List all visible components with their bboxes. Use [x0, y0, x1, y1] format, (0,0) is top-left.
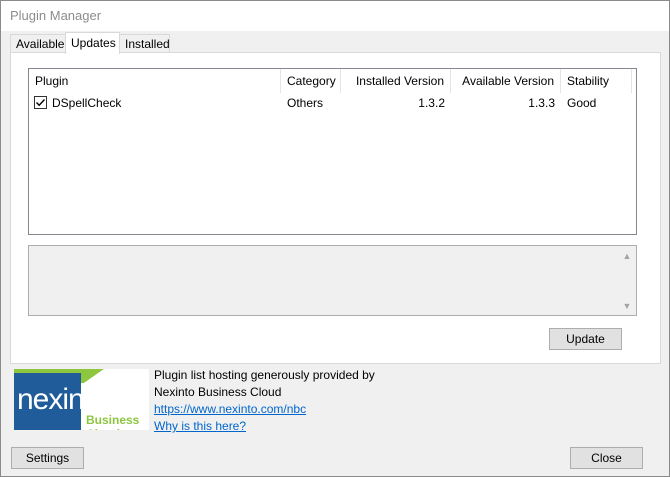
plugin-manager-window: Plugin Manager Available Updates Install…: [0, 0, 670, 477]
logo-wordmark: nexinto: [17, 383, 108, 416]
plugin-description-box[interactable]: ▲ ▼: [28, 245, 637, 316]
window-title: Plugin Manager: [10, 8, 102, 23]
hosting-credit-line2: Nexinto Business Cloud: [154, 385, 282, 399]
description-scrollbar[interactable]: ▲ ▼: [619, 246, 636, 315]
why-is-this-here-link[interactable]: Why is this here?: [154, 419, 246, 433]
plugin-checkbox[interactable]: [34, 96, 47, 109]
column-header-stability[interactable]: Stability: [561, 69, 632, 93]
table-row[interactable]: DSpellCheck Others 1.3.2 1.3.3 Good: [29, 93, 636, 113]
plugin-name: DSpellCheck: [52, 96, 122, 110]
plugin-installed-version: 1.3.2: [418, 96, 445, 110]
column-header-category[interactable]: Category: [281, 69, 341, 93]
checkmark-icon: [36, 99, 46, 107]
column-header-installed-version[interactable]: Installed Version: [341, 69, 451, 93]
scroll-up-icon[interactable]: ▲: [622, 251, 632, 261]
column-header-available-version[interactable]: Available Version: [451, 69, 561, 93]
scroll-down-icon[interactable]: ▼: [622, 301, 632, 311]
nexinto-logo[interactable]: nexinto Business Cloud: [14, 369, 149, 430]
close-button[interactable]: Close: [570, 447, 643, 469]
logo-tagline: Business Cloud: [86, 413, 140, 430]
tab-available[interactable]: Available: [10, 34, 66, 52]
update-button[interactable]: Update: [549, 328, 622, 350]
settings-button[interactable]: Settings: [11, 447, 84, 469]
nexinto-url-link[interactable]: https://www.nexinto.com/nbc: [154, 402, 306, 416]
title-bar: Plugin Manager: [1, 1, 669, 31]
tab-updates[interactable]: Updates: [65, 32, 120, 54]
column-header-plugin[interactable]: Plugin: [29, 69, 281, 93]
hosting-credit-line1: Plugin list hosting generously provided …: [154, 368, 375, 382]
plugin-category: Others: [287, 96, 324, 110]
tab-installed[interactable]: Installed: [119, 34, 170, 52]
plugin-available-version: 1.3.3: [528, 96, 555, 110]
updates-tab-panel: Plugin Category Installed Version Availa…: [10, 52, 661, 364]
plugin-list[interactable]: Plugin Category Installed Version Availa…: [28, 68, 637, 235]
plugin-stability: Good: [567, 96, 597, 110]
